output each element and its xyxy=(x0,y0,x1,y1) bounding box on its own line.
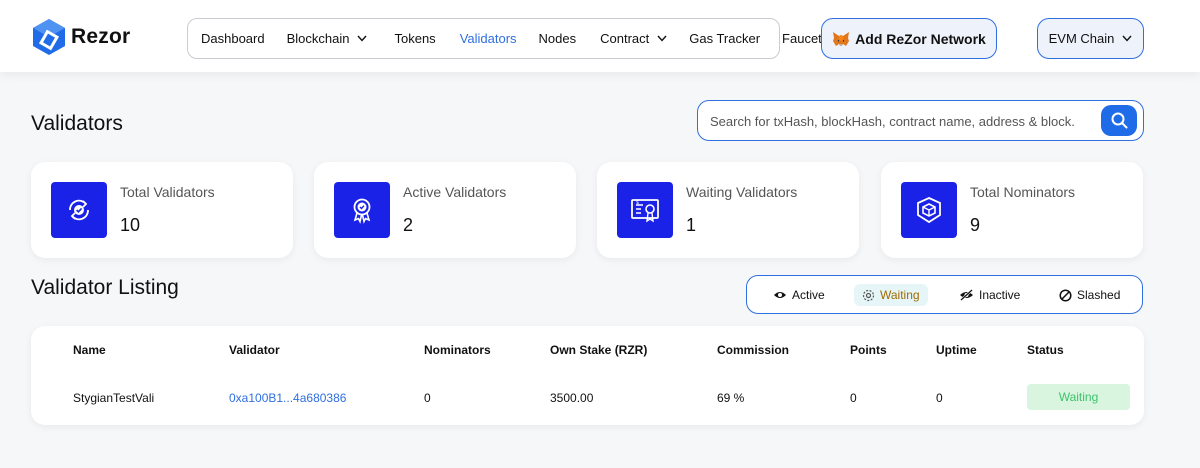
filter-slashed[interactable]: Slashed xyxy=(1051,284,1128,306)
page-title: Validators xyxy=(31,112,123,135)
cell-commission: 69 % xyxy=(717,391,745,405)
nav-nodes[interactable]: Nodes xyxy=(539,31,577,46)
nav-label: Gas Tracker xyxy=(689,31,761,46)
nav-blockchain[interactable]: Blockchain xyxy=(287,31,368,46)
column-header-nominators: Nominators xyxy=(424,343,491,357)
certificate-icon: $ xyxy=(617,182,673,238)
validator-address-link[interactable]: 0xa100B1...4a680386 xyxy=(229,391,346,405)
stat-label: Waiting Validators xyxy=(686,184,798,200)
nav-faucet[interactable]: Faucet xyxy=(782,31,822,46)
chevron-down-icon xyxy=(1122,35,1132,42)
nav-label: Nodes xyxy=(538,31,577,46)
svg-text:$: $ xyxy=(636,200,639,206)
eye-off-icon xyxy=(959,289,974,301)
stat-value: 1 xyxy=(686,215,697,235)
column-header-commission: Commission xyxy=(717,343,790,357)
stat-value: 2 xyxy=(403,215,414,235)
top-header: Rezor Dashboard Blockchain Tokens Valida… xyxy=(0,0,1200,72)
filter-active[interactable]: Active xyxy=(765,284,833,306)
chain-select[interactable]: EVM Chain xyxy=(1037,18,1144,59)
column-header-own-stake: Own Stake (RZR) xyxy=(550,343,648,357)
column-header-points: Points xyxy=(850,343,887,357)
metamask-fox-icon xyxy=(832,31,850,47)
status-badge: Waiting xyxy=(1027,384,1130,410)
stat-card-total-nominators: Total Nominators 9 xyxy=(881,162,1143,258)
cell-uptime: 0 xyxy=(936,391,943,405)
cell-name: StygianTestVali xyxy=(73,391,155,405)
nav-label: Contract xyxy=(600,31,650,46)
target-icon xyxy=(862,289,875,302)
stat-label: Active Validators xyxy=(403,184,507,200)
column-header-validator: Validator xyxy=(229,343,280,357)
nav-tokens[interactable]: Tokens xyxy=(394,31,435,46)
stat-label: Total Validators xyxy=(120,184,215,200)
stat-card-active-validators: Active Validators 2 xyxy=(314,162,576,258)
chevron-down-icon xyxy=(657,35,667,42)
filter-label: Slashed xyxy=(1077,288,1121,302)
rezor-logo-icon xyxy=(33,19,65,55)
filter-waiting[interactable]: Waiting xyxy=(854,284,928,306)
stat-value: 10 xyxy=(120,215,141,235)
nav-label: Validators xyxy=(459,31,517,46)
filter-label: Active xyxy=(792,288,825,302)
nav-label: Dashboard xyxy=(201,31,265,46)
filter-label: Waiting xyxy=(880,288,920,302)
stat-card-total-validators: Total Validators 10 xyxy=(31,162,293,258)
search-icon xyxy=(1111,112,1127,129)
stat-value: 9 xyxy=(970,215,981,235)
filter-label: Inactive xyxy=(979,288,1021,302)
nav-label: Faucet xyxy=(782,31,822,46)
add-network-label: Add ReZor Network xyxy=(855,30,986,47)
award-badge-icon xyxy=(334,182,390,238)
nav-label: Tokens xyxy=(394,31,436,46)
nav-dashboard[interactable]: Dashboard xyxy=(201,31,265,46)
stat-card-waiting-validators: $ Waiting Validators 1 xyxy=(597,162,859,258)
logo-text: Rezor xyxy=(71,25,131,48)
eye-icon xyxy=(773,290,787,300)
chain-select-value: EVM Chain xyxy=(1048,31,1115,46)
cube-shield-icon xyxy=(901,182,957,238)
search-input[interactable] xyxy=(710,111,1090,131)
ban-icon xyxy=(1059,288,1072,302)
cell-points: 0 xyxy=(850,391,857,405)
filter-inactive[interactable]: Inactive xyxy=(951,284,1028,306)
nav-validators[interactable]: Validators xyxy=(460,31,517,46)
refresh-check-icon xyxy=(51,182,107,238)
stat-label: Total Nominators xyxy=(970,184,1076,200)
nav-label: Blockchain xyxy=(286,31,350,46)
chevron-down-icon xyxy=(357,35,368,42)
nav-gas-tracker[interactable]: Gas Tracker xyxy=(689,31,760,46)
column-header-status: Status xyxy=(1027,343,1064,357)
column-header-uptime: Uptime xyxy=(936,343,977,357)
status-filter-group: Active Waiting Inactive Slashed xyxy=(746,275,1143,314)
search-button[interactable] xyxy=(1101,105,1137,136)
add-network-button[interactable]: Add ReZor Network xyxy=(821,18,997,59)
listing-title: Validator Listing xyxy=(31,276,179,299)
main-nav: Dashboard Blockchain Tokens Validators N… xyxy=(187,18,822,59)
logo[interactable]: Rezor xyxy=(31,18,130,56)
search-bar xyxy=(697,100,1144,141)
column-header-name: Name xyxy=(73,343,106,357)
cell-own-stake: 3500.00 xyxy=(550,391,594,405)
cell-nominators: 0 xyxy=(424,391,431,405)
validator-table: Name Validator Nominators Own Stake (RZR… xyxy=(31,326,1144,425)
nav-contract[interactable]: Contract xyxy=(600,31,667,46)
